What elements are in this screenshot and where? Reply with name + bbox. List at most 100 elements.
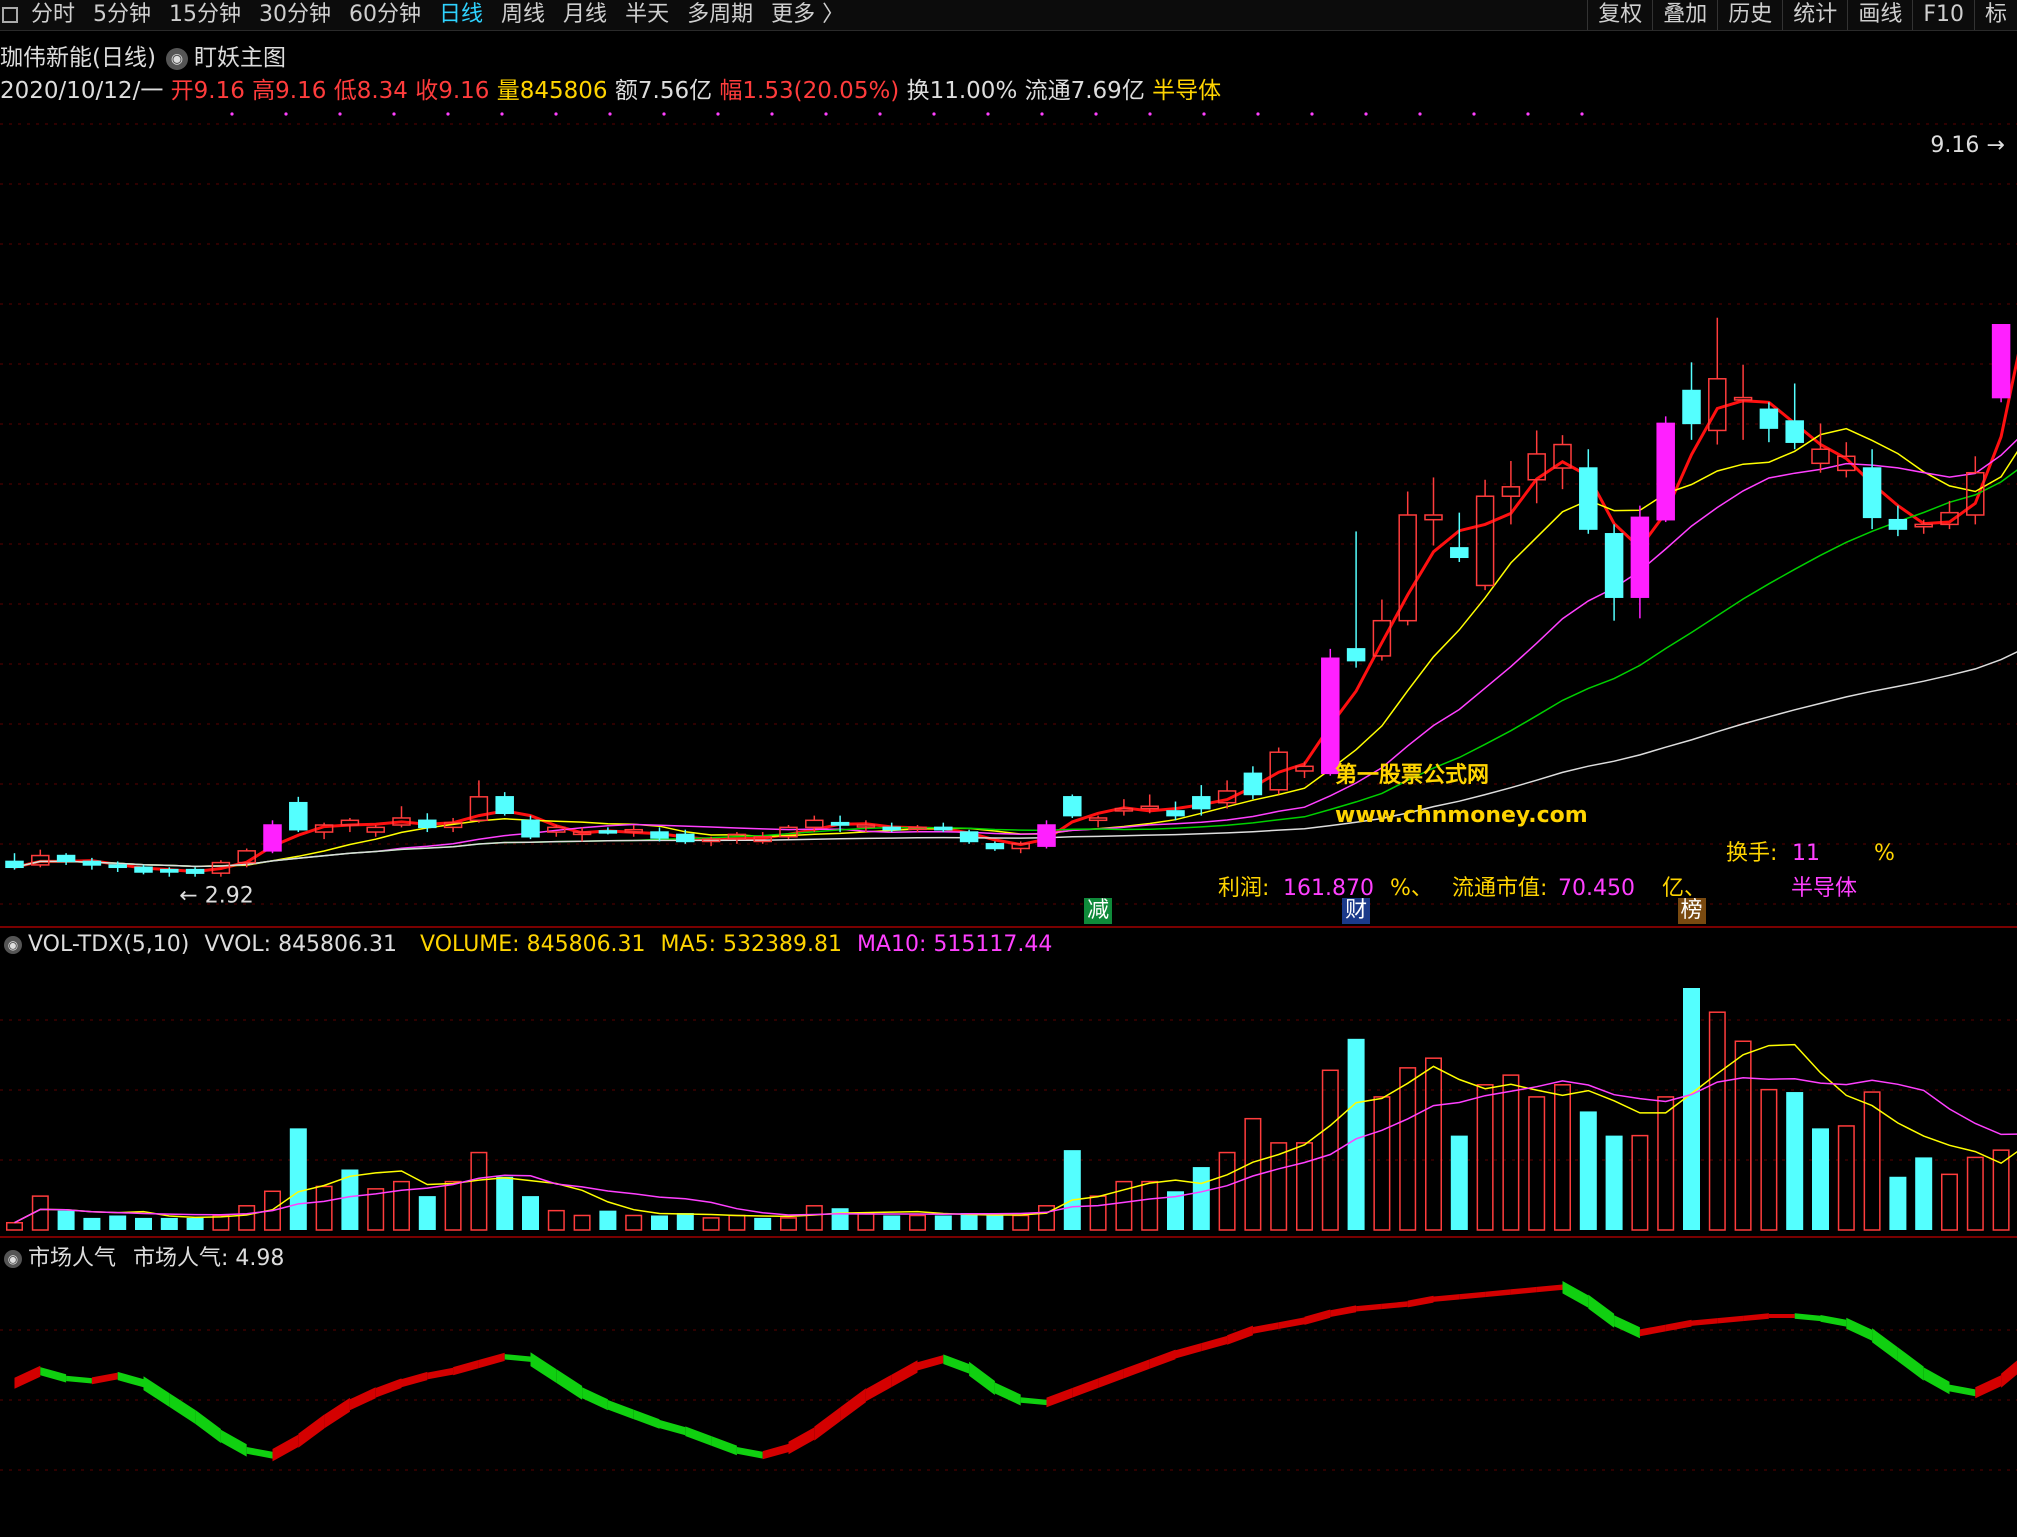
period-tab-0[interactable]: 分时: [22, 0, 84, 30]
period-tab-2[interactable]: 15分钟: [160, 0, 250, 30]
pane-divider-1[interactable]: [0, 926, 2017, 928]
candle: [56, 853, 76, 865]
market-mood-chart[interactable]: [0, 1270, 2017, 1537]
candle-body: [56, 854, 76, 863]
mood-settings-icon[interactable]: ◉: [4, 1250, 22, 1268]
candle: [1862, 449, 1882, 530]
volume-bar: [934, 1215, 952, 1230]
candle-body: [1346, 648, 1366, 662]
marker-list[interactable]: 榜: [1677, 898, 1706, 924]
mood-band-segment: [1407, 1295, 1434, 1308]
mood-band-segment: [504, 1354, 531, 1362]
dot-mark: [1580, 112, 1584, 116]
watermark-title: 第一股票公式网: [1335, 762, 1489, 788]
mood-band-segment: [453, 1359, 479, 1376]
volume-bar: [780, 1217, 797, 1231]
candle: [1243, 766, 1263, 800]
mood-indicator-name[interactable]: 市场人气: [28, 1246, 116, 1271]
pane-divider-2[interactable]: [0, 1236, 2017, 1238]
period-tab-6[interactable]: 周线: [492, 0, 554, 30]
candle-body: [185, 868, 205, 874]
volume-bar: [315, 1185, 333, 1231]
period-tab-8[interactable]: 半天: [616, 0, 678, 30]
volume-chart[interactable]: [0, 960, 2017, 1236]
vol-indicator-name[interactable]: VOL-TDX(5,10): [28, 932, 189, 957]
volume-bar: [1579, 1111, 1597, 1230]
volume-bar: [1708, 1011, 1726, 1231]
candle: [495, 792, 514, 816]
mood-band-segment: [246, 1447, 273, 1459]
volume-ma-10: [14, 1077, 2017, 1224]
marker-finance[interactable]: 财: [1342, 898, 1371, 924]
volume-bar: [599, 1210, 617, 1230]
candle: [1682, 362, 1701, 440]
toolbar-button-0[interactable]: 复权: [1587, 0, 1652, 30]
candle-body: [1811, 448, 1830, 465]
candle-body: [959, 831, 979, 843]
mood-band-segment: [401, 1371, 428, 1388]
candle: [289, 796, 308, 833]
settings-circle-icon[interactable]: ◉: [165, 47, 188, 70]
mood-band-segment: [1820, 1315, 1847, 1327]
toolbar-button-1[interactable]: 叠加: [1652, 0, 1717, 30]
ma-line-25: [14, 469, 2017, 869]
period-tab-3[interactable]: 30分钟: [250, 0, 340, 30]
dot-mark: [662, 112, 666, 116]
quote-date: 2020/10/12/一: [0, 78, 164, 104]
mood-band-segment: [582, 1387, 608, 1411]
volume-bar: [444, 1180, 462, 1231]
toolbar-button-5[interactable]: F10: [1912, 0, 1974, 30]
toolbar-button-4[interactable]: 画线: [1847, 0, 1912, 30]
candle: [366, 825, 385, 837]
mood-band-segment: [1020, 1397, 1047, 1406]
toolbar-button-6[interactable]: 标: [1973, 0, 2017, 30]
period-tab-9[interactable]: 多周期: [678, 0, 762, 30]
mood-band-segment: [1149, 1349, 1176, 1369]
marker-reduce[interactable]: 减: [1084, 898, 1113, 924]
dot-mark: [284, 112, 288, 116]
candle: [1088, 815, 1108, 828]
quote-turnover: 换11.00%: [906, 78, 1018, 104]
ma-line-3: [14, 353, 2017, 874]
indicator-name[interactable]: 盯妖主图: [194, 45, 286, 71]
period-tab-7[interactable]: 月线: [554, 0, 616, 30]
volume-bar: [1012, 1214, 1030, 1231]
period-tab-5[interactable]: 日线: [430, 0, 492, 30]
mood-band-segment: [1794, 1313, 1821, 1322]
candlestick-chart[interactable]: 9.16 → ← 2.92 第一股票公式网 www.chnmoney.com 换手: 11…: [0, 104, 2017, 926]
toolbar-button-3[interactable]: 统计: [1782, 0, 1847, 30]
info-float-label: 流通市值:: [1452, 876, 1547, 901]
candle: [1346, 531, 1366, 668]
volume-bar: [1941, 1173, 1958, 1231]
period-toolbar: 分时 5分钟 15分钟 30分钟 60分钟 日线 周线 月线 半天 多周期 更多 〉 复权 叠加 历史统…: [0, 0, 2017, 31]
volume-bar: [625, 1214, 643, 1231]
volume-bar: [986, 1215, 1004, 1230]
candle-body: [1243, 772, 1263, 796]
candle-body: [1991, 324, 2011, 399]
period-tab-10[interactable]: 更多 〉: [762, 0, 853, 30]
dot-mark: [1364, 112, 1368, 116]
candle-body: [1759, 408, 1779, 429]
info-float-value: 70.450: [1558, 876, 1635, 901]
mood-band-segment: [633, 1409, 660, 1429]
mood-band-segment: [762, 1443, 789, 1460]
candle-body: [1192, 796, 1211, 810]
candle-body: [1063, 796, 1082, 817]
candle-body: [289, 801, 308, 831]
candle-body: [366, 826, 385, 833]
candle: [1630, 505, 1650, 619]
candle-body: [1037, 824, 1056, 847]
period-tab-1[interactable]: 5分钟: [84, 0, 160, 30]
vol-vvol: VVOL: 845806.31: [204, 932, 398, 957]
dot-mark: [554, 112, 558, 116]
menu-square-icon[interactable]: [2, 7, 18, 23]
toolbar-button-2[interactable]: 历史: [1717, 0, 1782, 30]
volume-bar: [186, 1217, 204, 1230]
candle-body: [598, 830, 618, 834]
mood-band-segment: [943, 1354, 970, 1374]
mood-band-segment: [1330, 1305, 1357, 1317]
mood-band-segment: [1381, 1301, 1408, 1310]
vol-settings-icon[interactable]: ◉: [4, 936, 22, 954]
period-tab-4[interactable]: 60分钟: [340, 0, 430, 30]
volume-bar: [1321, 1069, 1339, 1231]
